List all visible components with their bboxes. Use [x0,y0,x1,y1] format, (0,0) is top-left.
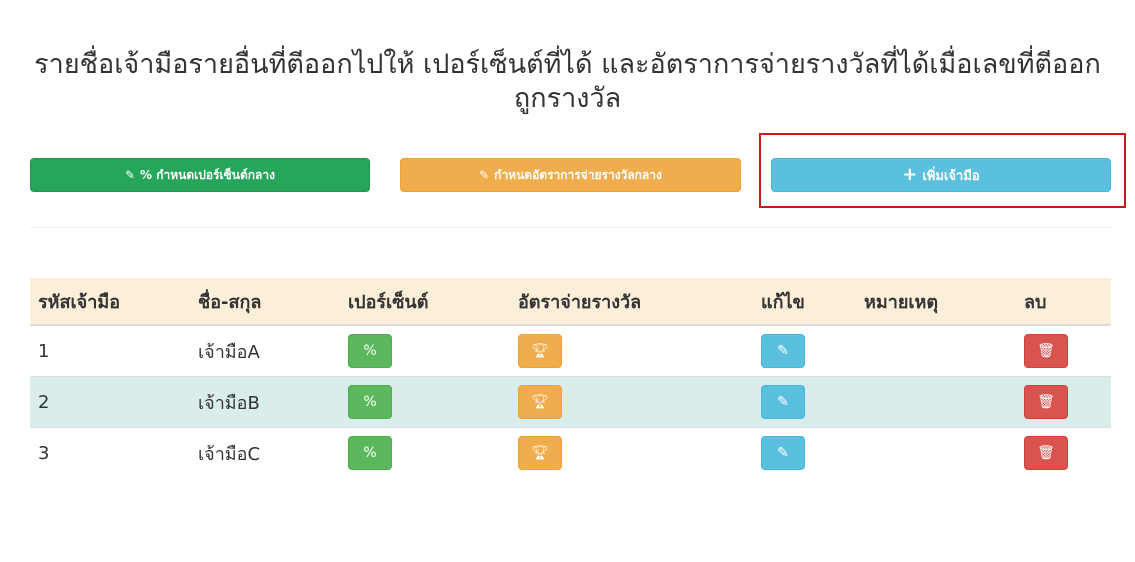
edit-cell: ✎ [753,324,856,377]
header-note: หมายเหตุ [856,278,1016,326]
payout-cell: 🏆︎ [510,376,753,428]
percent-button[interactable]: % [348,334,392,368]
dealer-id-cell: 3 [30,427,190,478]
edit-cell: ✎ [753,427,856,478]
table-row: 1 เจ้ามือA % 🏆︎ ✎ 🗑︎ [30,324,1111,377]
trash-icon: 🗑︎ [1037,343,1055,359]
trophy-icon: 🏆︎ [531,343,549,359]
dealer-id-cell: 1 [30,324,190,377]
payout-cell: 🏆︎ [510,324,753,377]
delete-cell: 🗑︎ [1016,324,1111,377]
set-central-payout-button[interactable]: ✎ กำหนดอัตราการจ่ายรางวัลกลาง [400,158,741,192]
edit-button[interactable]: ✎ [761,385,805,419]
trash-icon: 🗑︎ [1037,445,1055,461]
pencil-icon: ✎ [479,168,490,182]
note-cell [856,376,1016,428]
percent-button[interactable]: % [348,385,392,419]
delete-cell: 🗑︎ [1016,376,1111,428]
pencil-icon: ✎ [124,168,136,182]
percent-cell: % [340,324,510,377]
delete-cell: 🗑︎ [1016,427,1111,478]
dealer-id-cell: 2 [30,376,190,428]
trophy-icon: 🏆︎ [531,394,549,410]
table-row: 2 เจ้ามือB % 🏆︎ ✎ 🗑︎ [30,376,1111,428]
header-delete: ลบ [1016,278,1111,326]
trash-icon: 🗑︎ [1037,394,1055,410]
table-header-row: รหัสเจ้ามือ ชื่อ-สกุล เปอร์เซ็นต์ อัตราจ… [30,278,1111,326]
header-name: ชื่อ-สกุล [190,278,340,326]
divider [30,227,1111,228]
edit-icon: ✎ [777,343,789,359]
delete-button[interactable]: 🗑︎ [1024,436,1068,470]
dealer-table: รหัสเจ้ามือ ชื่อ-สกุล เปอร์เซ็นต์ อัตราจ… [30,278,1111,478]
set-central-payout-label: กำหนดอัตราการจ่ายรางวัลกลาง [494,167,662,182]
header-dealer-id: รหัสเจ้ามือ [30,278,190,326]
dealer-name-cell: เจ้ามือA [190,324,340,377]
payout-rate-button[interactable]: 🏆︎ [518,334,562,368]
delete-button[interactable]: 🗑︎ [1024,385,1068,419]
note-cell [856,427,1016,478]
header-percent: เปอร์เซ็นต์ [340,278,510,326]
trophy-icon: 🏆︎ [531,445,549,461]
edit-icon: ✎ [777,394,789,410]
delete-button[interactable]: 🗑︎ [1024,334,1068,368]
payout-rate-button[interactable]: 🏆︎ [518,385,562,419]
note-cell [856,324,1016,377]
percent-cell: % [340,376,510,428]
payout-rate-button[interactable]: 🏆︎ [518,436,562,470]
header-payout-rate: อัตราจ่ายรางวัล [510,278,753,326]
percent-cell: % [340,427,510,478]
edit-icon: ✎ [777,445,789,461]
edit-button[interactable]: ✎ [761,436,805,470]
header-edit: แก้ไข [753,278,856,326]
set-central-percent-button[interactable]: ✎ % กำหนดเปอร์เซ็นต์กลาง [30,158,370,192]
set-central-percent-label: % กำหนดเปอร์เซ็นต์กลาง [140,167,275,182]
percent-button[interactable]: % [348,436,392,470]
dealer-name-cell: เจ้ามือB [190,376,340,428]
edit-button[interactable]: ✎ [761,334,805,368]
payout-cell: 🏆︎ [510,427,753,478]
table-row: 3 เจ้ามือC % 🏆︎ ✎ 🗑︎ [30,427,1111,478]
edit-cell: ✎ [753,376,856,428]
dealer-name-cell: เจ้ามือC [190,427,340,478]
page-title: รายชื่อเจ้ามือรายอื่นที่ตีออกไปให้ เปอร์… [34,49,1101,114]
add-dealer-highlight-box [759,133,1126,208]
